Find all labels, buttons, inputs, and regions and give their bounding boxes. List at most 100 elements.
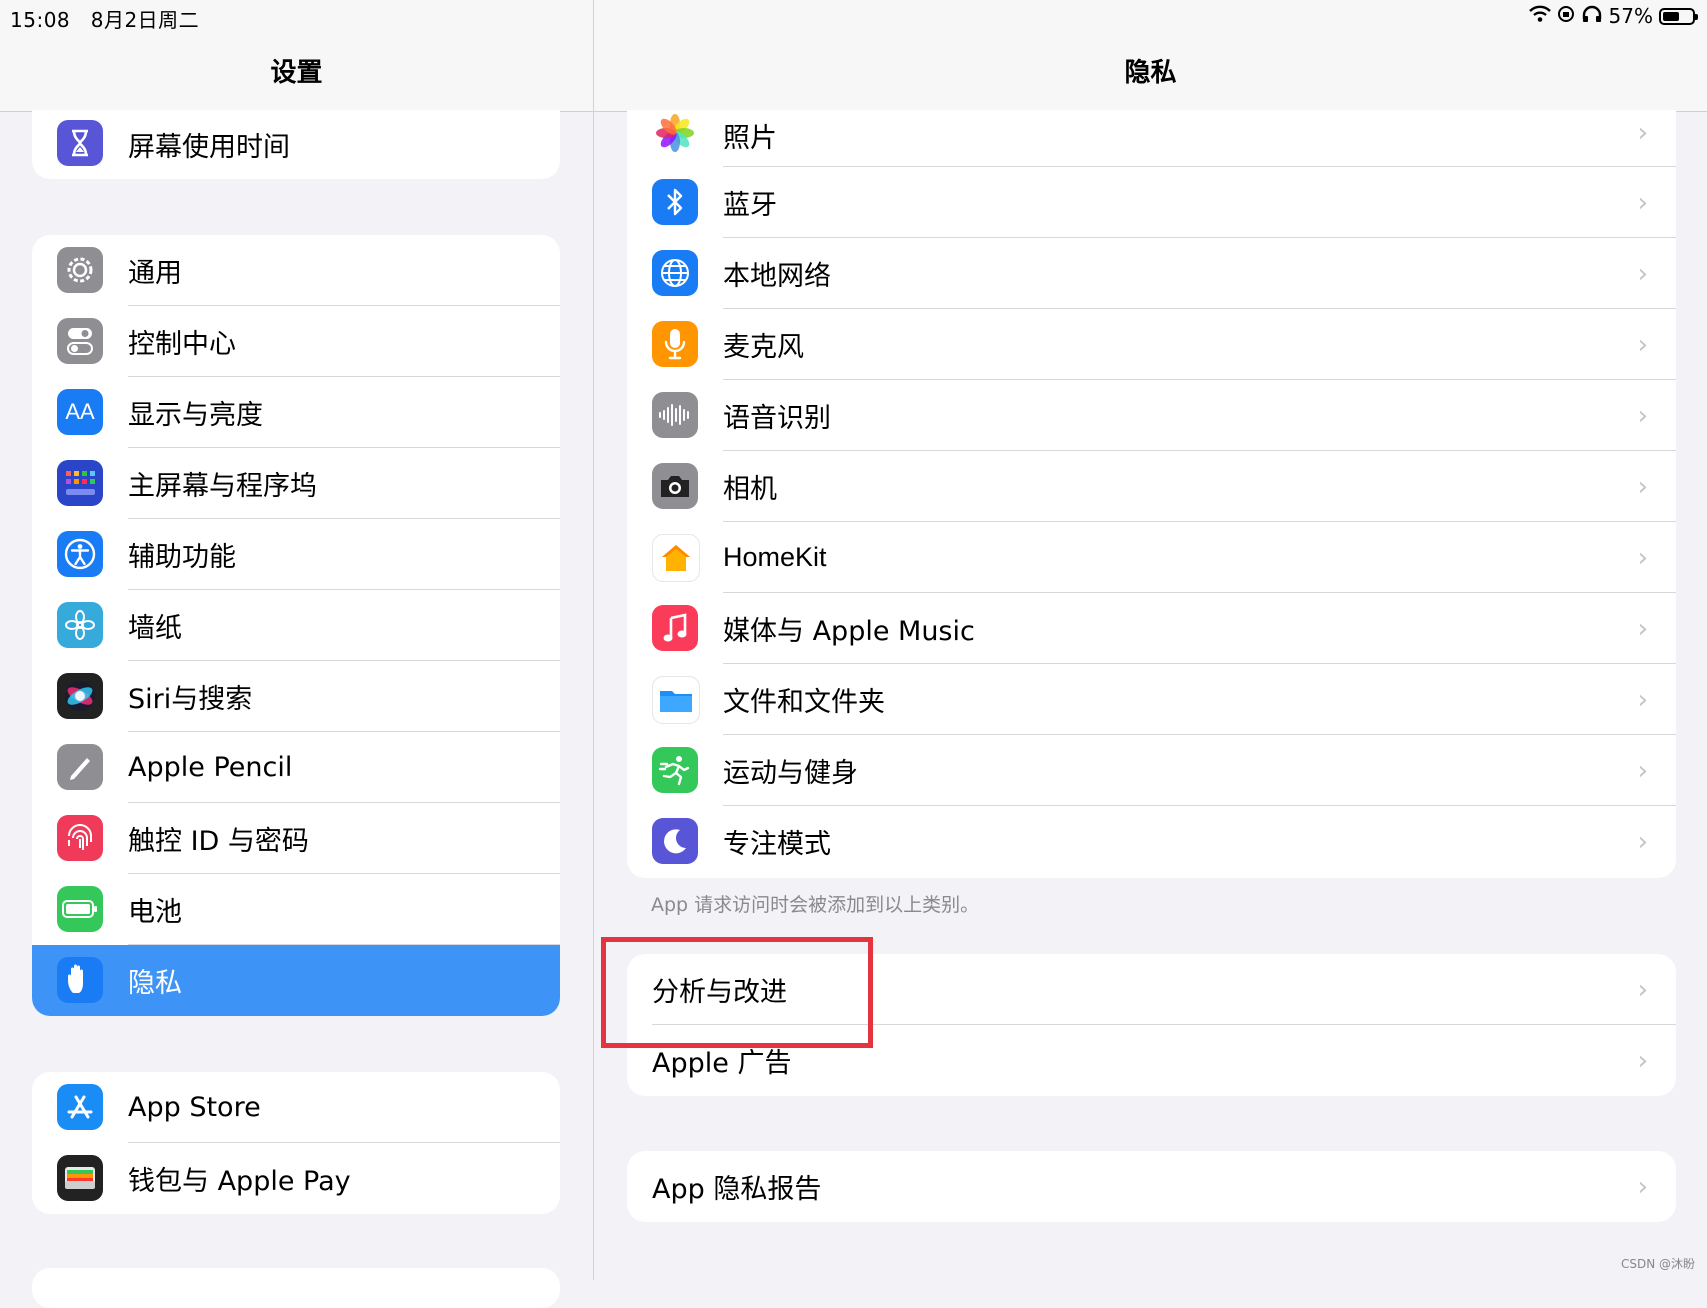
waveform-icon xyxy=(652,392,698,438)
battery-indicator-icon xyxy=(1659,7,1698,25)
privacy-item-local-network[interactable]: 本地网络 › xyxy=(627,238,1676,309)
privacy-item-label: 媒体与 Apple Music xyxy=(723,616,975,647)
chevron-right-icon: › xyxy=(1637,974,1648,1005)
sidebar-item-wallet-apple-pay[interactable]: 钱包与 Apple Pay xyxy=(32,1143,560,1214)
privacy-item-label: 语音识别 xyxy=(723,403,831,434)
status-time: 15:08 xyxy=(10,8,71,32)
privacy-item-label: HomeKit xyxy=(723,542,827,572)
privacy-item-homekit[interactable]: HomeKit › xyxy=(627,522,1676,593)
sidebar-item-label: 主屏幕与程序坞 xyxy=(128,471,317,502)
chevron-right-icon: › xyxy=(1637,400,1648,431)
status-indicators: 57% xyxy=(1528,4,1698,28)
siri-icon xyxy=(57,673,103,719)
gear-icon xyxy=(57,247,103,293)
chevron-right-icon: › xyxy=(1637,826,1648,857)
sidebar-item-label: 控制中心 xyxy=(128,329,236,360)
sidebar-item-app-store[interactable]: App Store xyxy=(32,1072,560,1143)
annotation-highlight-box xyxy=(601,937,873,1048)
privacy-item-media-apple-music[interactable]: 媒体与 Apple Music › xyxy=(627,593,1676,664)
privacy-item-label: 专注模式 xyxy=(723,829,831,860)
wifi-icon xyxy=(1528,4,1551,28)
sidebar-item-screen-time[interactable]: 屏幕使用时间 xyxy=(32,110,560,179)
hand-icon xyxy=(57,957,103,1003)
bluetooth-icon xyxy=(652,179,698,225)
detail-title: 隐私 xyxy=(1124,58,1177,88)
sidebar-item-display-brightness[interactable]: AA 显示与亮度 xyxy=(32,377,560,448)
sidebar-item-label: 显示与亮度 xyxy=(128,400,263,431)
home-icon xyxy=(652,534,700,582)
sidebar-item-label: 墙纸 xyxy=(128,613,182,644)
microphone-icon xyxy=(652,321,698,367)
privacy-item-motion-fitness[interactable]: 运动与健身 › xyxy=(627,735,1676,806)
privacy-item-photos[interactable]: 照片 › xyxy=(627,110,1676,167)
privacy-item-focus[interactable]: 专注模式 › xyxy=(627,806,1676,877)
chevron-right-icon: › xyxy=(1637,258,1648,289)
camera-icon xyxy=(652,463,698,509)
watermark-text: CSDN @沐盼 xyxy=(1620,1257,1695,1271)
orientation-lock-icon xyxy=(1557,4,1575,28)
folder-icon xyxy=(652,676,700,724)
privacy-category-list: 照片 › 蓝牙 › 本地网络 › 麦克风 › 语音识别 › 相机 › HomeK… xyxy=(627,110,1676,878)
sidebar-item-accessibility[interactable]: 辅助功能 xyxy=(32,519,560,590)
app-store-icon xyxy=(57,1084,103,1130)
runner-icon xyxy=(652,747,698,793)
toggles-icon xyxy=(57,318,103,364)
status-date: 8月2日周二 xyxy=(90,8,200,32)
chevron-right-icon: › xyxy=(1637,684,1648,715)
wallet-icon xyxy=(57,1155,103,1201)
sidebar-item-label: Siri与搜索 xyxy=(128,684,253,715)
sidebar-item-label: Apple Pencil xyxy=(128,752,293,783)
app-privacy-report-group: App 隐私报告 › xyxy=(627,1151,1676,1222)
status-bar: 15:08 8月2日周二 57% xyxy=(0,0,1707,34)
photos-icon xyxy=(652,110,698,156)
sidebar-group-screen-time: 屏幕使用时间 xyxy=(32,110,560,179)
privacy-item-label: 蓝牙 xyxy=(723,190,777,221)
app-privacy-report-item[interactable]: App 隐私报告 › xyxy=(627,1151,1676,1222)
sidebar-item-label: 钱包与 Apple Pay xyxy=(128,1166,351,1197)
privacy-footnote: App 请求访问时会被添加到以上类别。 xyxy=(651,894,980,916)
privacy-item-speech-recognition[interactable]: 语音识别 › xyxy=(627,380,1676,451)
chevron-right-icon: › xyxy=(1637,118,1648,148)
sidebar-item-touch-id-passcode[interactable]: 触控 ID 与密码 xyxy=(32,803,560,874)
sidebar-item-siri-search[interactable]: Siri与搜索 xyxy=(32,661,560,732)
sidebar-item-label: App Store xyxy=(128,1092,261,1123)
sidebar-item-privacy[interactable]: 隐私 xyxy=(32,945,560,1016)
sidebar-item-wallpaper[interactable]: 墙纸 xyxy=(32,590,560,661)
privacy-item-label: 本地网络 xyxy=(723,261,831,292)
sidebar-item-general[interactable]: 通用 xyxy=(32,235,560,306)
sidebar-item-label: 通用 xyxy=(128,258,182,289)
moon-icon xyxy=(652,818,698,864)
sidebar-item-apple-pencil[interactable]: Apple Pencil xyxy=(32,732,560,803)
globe-icon xyxy=(652,250,698,296)
chevron-right-icon: › xyxy=(1637,1171,1648,1202)
battery-icon xyxy=(57,886,103,932)
privacy-item-bluetooth[interactable]: 蓝牙 › xyxy=(627,167,1676,238)
chevron-right-icon: › xyxy=(1637,1045,1648,1076)
sidebar-group-next xyxy=(32,1268,560,1308)
chevron-right-icon: › xyxy=(1637,755,1648,786)
sidebar-item-label: 触控 ID 与密码 xyxy=(128,826,309,857)
sidebar-item-home-screen-dock[interactable]: 主屏幕与程序坞 xyxy=(32,448,560,519)
privacy-item-label: 运动与健身 xyxy=(723,758,858,789)
privacy-item-label: 文件和文件夹 xyxy=(723,687,885,718)
sidebar-item-control-center[interactable]: 控制中心 xyxy=(32,306,560,377)
privacy-item-files-folders[interactable]: 文件和文件夹 › xyxy=(627,664,1676,735)
privacy-item-label: 麦克风 xyxy=(723,332,804,363)
music-icon xyxy=(652,605,698,651)
home-grid-icon xyxy=(57,460,103,506)
privacy-item-label: App 隐私报告 xyxy=(652,1174,822,1205)
sidebar-group-store: App Store 钱包与 Apple Pay xyxy=(32,1072,560,1214)
chevron-right-icon: › xyxy=(1637,613,1648,644)
sidebar-item-label: 电池 xyxy=(128,897,182,928)
privacy-item-camera[interactable]: 相机 › xyxy=(627,451,1676,522)
privacy-item-microphone[interactable]: 麦克风 › xyxy=(627,309,1676,380)
status-time-date: 15:08 8月2日周二 xyxy=(10,4,199,33)
settings-sidebar: 设置 屏幕使用时间 通用 控制中心 AA 显示与亮度 主屏幕与程序坞 辅助功能 … xyxy=(0,0,594,1308)
sidebar-group-main: 通用 控制中心 AA 显示与亮度 主屏幕与程序坞 辅助功能 墙纸 Siri与搜索… xyxy=(32,235,560,1016)
sidebar-item-label: 辅助功能 xyxy=(128,542,236,573)
chevron-right-icon: › xyxy=(1637,329,1648,360)
flower-icon xyxy=(57,602,103,648)
battery-percent: 57% xyxy=(1608,4,1653,28)
sidebar-title: 设置 xyxy=(270,58,323,88)
sidebar-item-battery[interactable]: 电池 xyxy=(32,874,560,945)
